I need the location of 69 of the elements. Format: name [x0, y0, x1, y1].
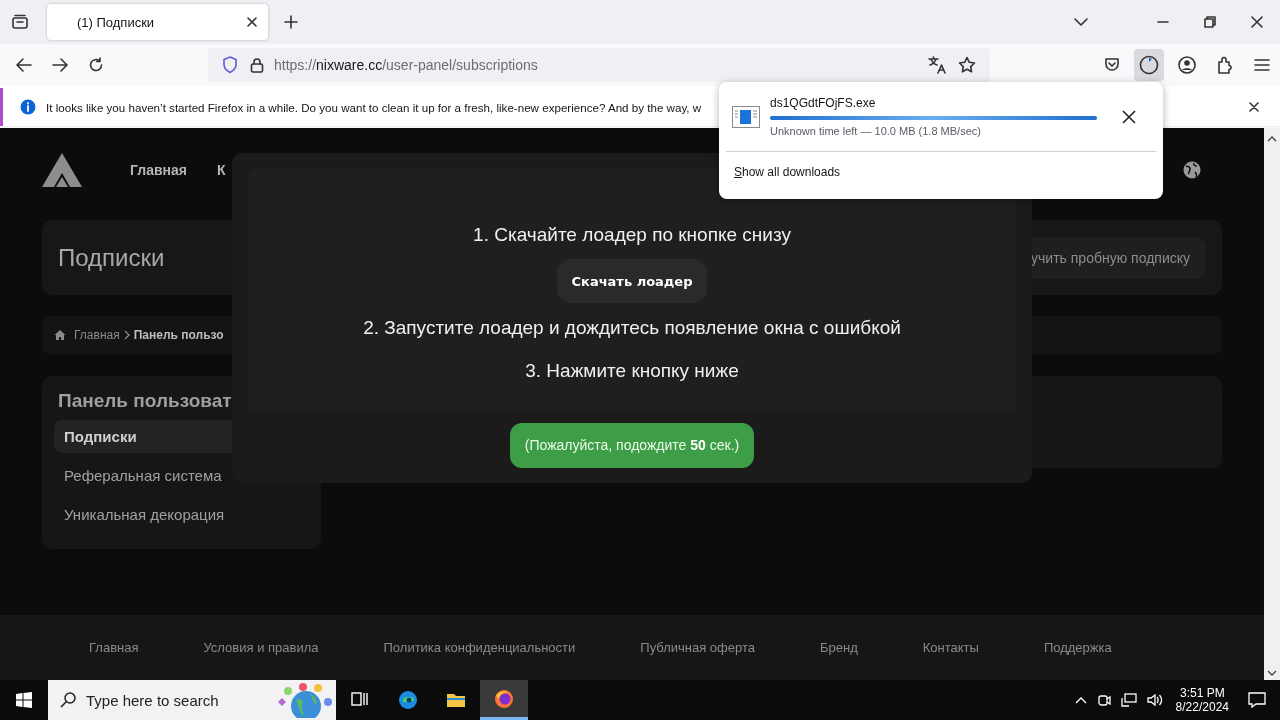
info-icon: [20, 99, 36, 115]
menu-icon[interactable]: [1254, 58, 1270, 72]
account-icon[interactable]: [1178, 56, 1196, 74]
pocket-icon[interactable]: [1104, 57, 1120, 73]
file-icon: [732, 105, 760, 128]
site-logo-icon[interactable]: [42, 153, 82, 187]
footer-link[interactable]: Публичная оферта: [640, 640, 755, 655]
nav-link[interactable]: К: [216, 162, 226, 178]
instruction-text: 1. Скачайте лоадер по кнопке снизу: [473, 223, 791, 247]
file-name: ds1QGdtFOjFS.exe: [770, 96, 877, 110]
tab-list-icon[interactable]: [11, 14, 29, 30]
globe-icon[interactable]: [1183, 161, 1201, 179]
cancel-icon[interactable]: [1122, 109, 1136, 124]
translate-icon[interactable]: [928, 56, 946, 74]
instruction-text: 2. Запустите лоадер и дождитесь появление окна с ошибкой: [363, 316, 901, 340]
footer-link[interactable]: Главная: [89, 640, 139, 655]
progress-ring-icon: [1139, 55, 1159, 75]
sidebar-item[interactable]: Уникальная декорация: [54, 498, 309, 531]
windows-start-icon[interactable]: [16, 692, 32, 708]
search-field[interactable]: Type here to search: [84, 690, 268, 710]
star-icon[interactable]: [958, 56, 976, 74]
shield-icon[interactable]: [222, 56, 238, 74]
maximize-icon[interactable]: [1204, 16, 1216, 28]
scroll-up-icon[interactable]: [1267, 136, 1277, 142]
sidebar-title: Панель пользоват: [57, 390, 233, 412]
home-icon[interactable]: [54, 329, 66, 341]
taskbar-clock[interactable]: 3:51 PM 8/22/2024: [1175, 686, 1229, 714]
url-text: https://nixware.cc/user-panel/subscriptions: [274, 57, 538, 73]
footer-link[interactable]: Бренд: [820, 640, 858, 655]
taskbar-search-bar[interactable]: Type here to search: [48, 680, 336, 720]
taskbar-app[interactable]: [480, 680, 528, 720]
extensions-icon[interactable]: [1216, 56, 1234, 74]
new-tab-icon[interactable]: [284, 15, 298, 29]
instruction-text: 3. Нажмите кнопку ниже: [525, 359, 739, 383]
close-icon[interactable]: [246, 16, 258, 28]
volume-icon[interactable]: [1146, 693, 1163, 707]
download-status: Unknown time left — 10.0 MB (1.8 MB/sec): [770, 125, 982, 137]
address-bar[interactable]: https://nixware.cc/user-panel/subscriptions: [208, 48, 990, 82]
page-title: Подписки: [58, 243, 165, 272]
close-icon[interactable]: [1249, 102, 1259, 112]
search-icon: [60, 692, 76, 708]
nav-link[interactable]: Главная: [130, 162, 187, 178]
scrollbar[interactable]: [1264, 128, 1280, 680]
chevron-right-icon: [123, 330, 130, 340]
tab-title: (1) Подписки: [77, 14, 156, 30]
edge-icon: [398, 690, 418, 710]
chevron-down-icon[interactable]: [1074, 18, 1088, 26]
notifications-icon[interactable]: [1248, 692, 1266, 708]
lock-icon[interactable]: [250, 57, 264, 73]
breadcrumb-link[interactable]: Главная: [74, 328, 120, 342]
show-all-downloads-link[interactable]: Show all downloads: [734, 165, 1156, 179]
meet-icon[interactable]: [1096, 693, 1111, 707]
breadcrumb-link[interactable]: Панель пользо: [133, 328, 224, 342]
close-icon[interactable]: [1251, 16, 1263, 28]
back-icon[interactable]: [16, 58, 32, 72]
firefox-icon: [494, 688, 514, 709]
chevron-up-icon[interactable]: [1074, 696, 1087, 704]
browser-tab[interactable]: (1) Подписки: [47, 4, 268, 40]
reload-icon[interactable]: [88, 57, 104, 73]
forward-icon[interactable]: [52, 58, 68, 72]
downloads-button[interactable]: [1134, 49, 1164, 81]
scroll-down-icon[interactable]: [1267, 670, 1277, 676]
notification-text: It looks like you haven’t started Firefox in a while. Do you want to clean it up for a fresh, like-new experience? And by the way, w: [46, 100, 702, 114]
network-icon[interactable]: [1120, 693, 1137, 707]
footer-link[interactable]: Поддержка: [1043, 640, 1112, 655]
footer-link[interactable]: Политика конфиденциальности: [383, 640, 576, 655]
footer-link[interactable]: Условия и правила: [203, 640, 319, 655]
download-button[interactable]: Скачать лоадер: [556, 259, 708, 303]
footer-link[interactable]: Контакты: [922, 640, 979, 655]
